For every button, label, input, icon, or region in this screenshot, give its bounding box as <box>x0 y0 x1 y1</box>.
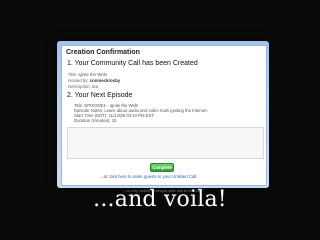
description-label: Description: <box>68 84 91 89</box>
description-value: n/a <box>91 84 98 89</box>
host-name-link[interactable]: connieckrosby <box>90 78 120 83</box>
invite-guests-line: ...or click here to invite guests to you… <box>100 174 197 179</box>
call-title-row: Title: Ignite the Web! <box>68 72 107 77</box>
invite-prefix: ...or <box>100 174 109 179</box>
hosted-by-label: Hosted by: <box>68 78 89 83</box>
hosted-by-row: Hosted by: connieckrosby <box>68 78 120 83</box>
episode-duration: Duration (minutes): 15 <box>74 118 117 123</box>
panel-title: Creation Confirmation <box>66 49 140 56</box>
next-episode-heading: 2. Your Next Episode <box>67 92 133 99</box>
episode-empty-box <box>67 127 264 159</box>
screenshot-frame: Creation Confirmation 1. Your Community … <box>57 41 269 188</box>
description-row: Description: n/a <box>68 84 98 89</box>
invite-guests-link[interactable]: click here to invite guests to your Unli… <box>109 174 198 179</box>
call-created-heading: 1. Your Community Call has been Created <box>67 60 198 67</box>
call-title-value: Ignite the Web! <box>78 72 108 77</box>
confirmation-panel: Creation Confirmation 1. Your Community … <box>61 45 267 186</box>
complete-button[interactable]: Complete <box>150 163 174 172</box>
call-title-label: Title: <box>68 72 78 77</box>
slide-caption: ...and voila! <box>93 187 227 212</box>
